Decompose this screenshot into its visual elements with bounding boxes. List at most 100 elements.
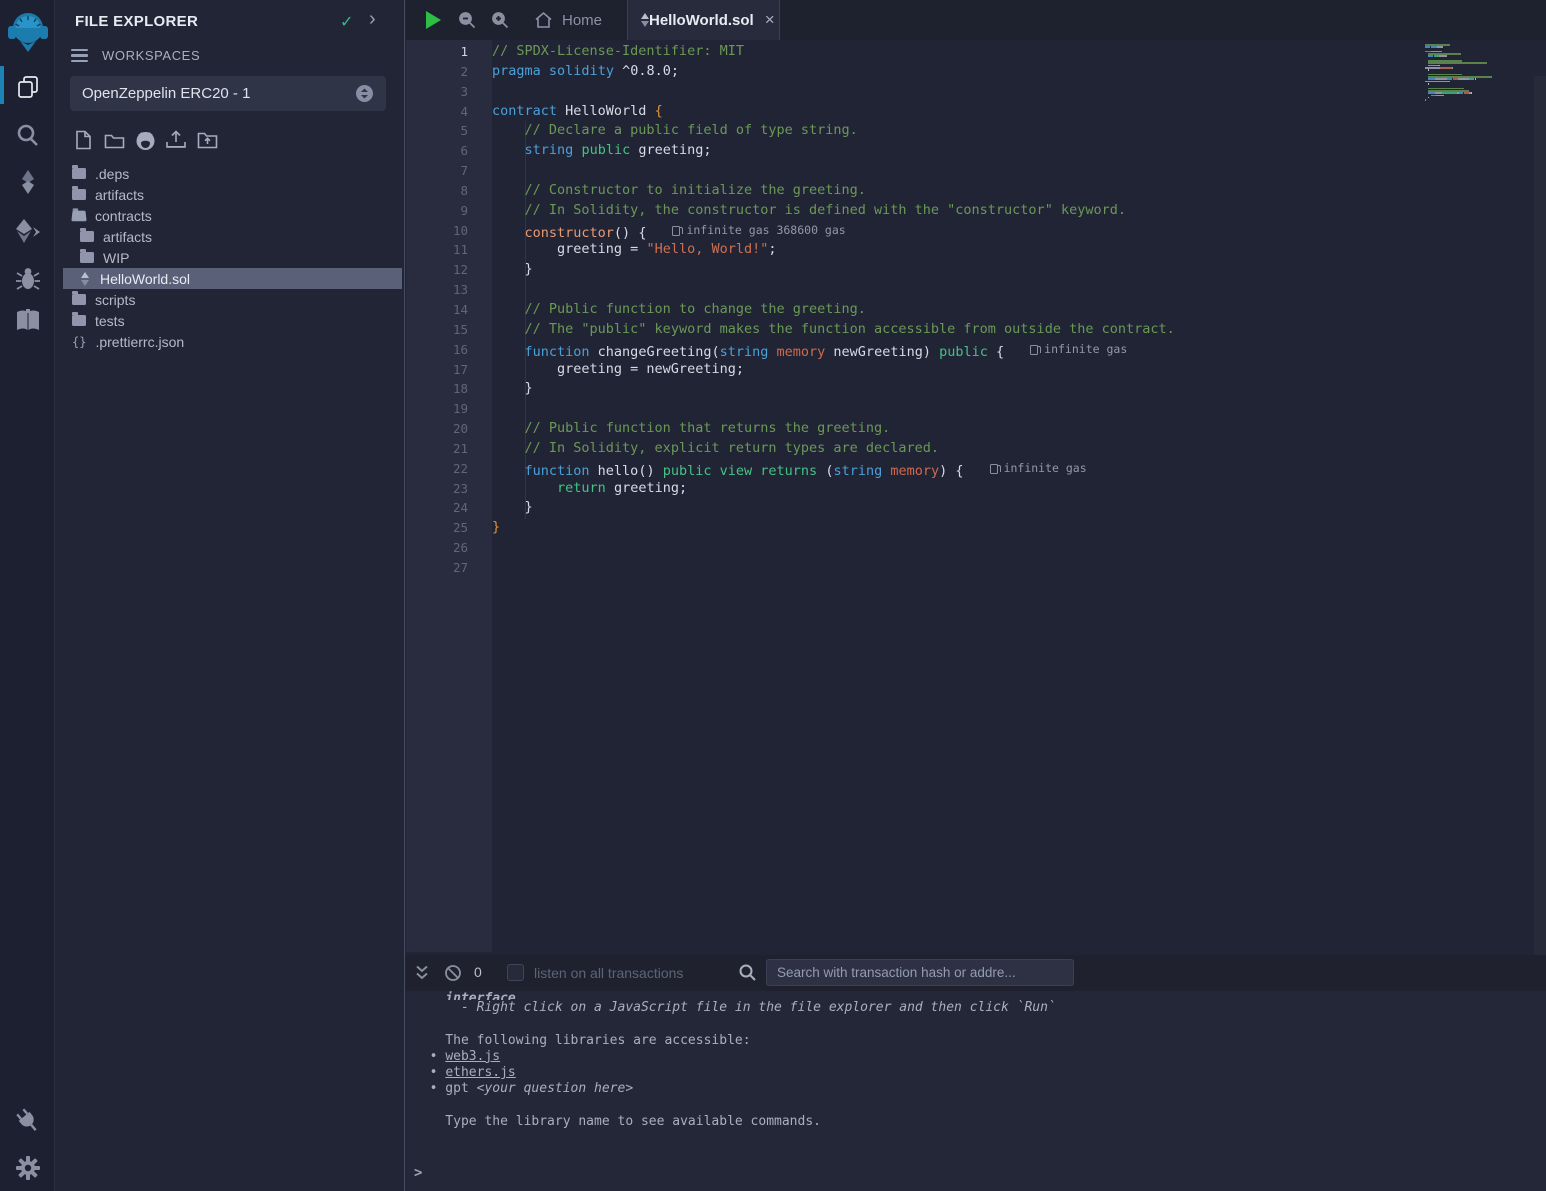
line-number: 18 xyxy=(406,379,492,399)
workspace-name: OpenZeppelin ERC20 - 1 xyxy=(82,85,355,102)
tab-helloworld-sol[interactable]: HelloWorld.sol × xyxy=(627,0,780,40)
zoom-out-icon[interactable] xyxy=(458,11,476,29)
line-number: 15 xyxy=(406,320,492,340)
terminal-panel: 0 listen on all transactions interface -… xyxy=(406,955,1546,1191)
listen-transactions-label: listen on all transactions xyxy=(534,965,683,981)
code-line: } xyxy=(492,498,1546,518)
terminal-line: The following libraries are accessible: xyxy=(414,1033,1538,1049)
terminal-line: - Right click on a JavaScript file in th… xyxy=(414,1000,1538,1016)
tree-item-scripts[interactable]: scripts xyxy=(55,289,404,310)
run-script-button[interactable] xyxy=(424,10,442,30)
folder-icon xyxy=(72,189,86,200)
zoom-in-icon[interactable] xyxy=(491,11,509,29)
folder-icon xyxy=(72,294,86,305)
terminal-search-input[interactable] xyxy=(766,959,1074,986)
terminal-line: • ethers.js xyxy=(414,1065,1538,1081)
tree-item-label: tests xyxy=(95,313,125,329)
terminal-line: interface xyxy=(414,991,1538,1000)
settings-gear-icon[interactable] xyxy=(0,1155,55,1181)
code-line: // In Solidity, the constructor is defin… xyxy=(492,201,1546,221)
tree-item-tests[interactable]: tests xyxy=(55,310,404,331)
deploy-run-icon[interactable] xyxy=(0,217,55,245)
gas-estimate-widget[interactable]: infinite gas xyxy=(1030,340,1127,360)
line-number: 27 xyxy=(406,558,492,578)
tree-item-label: .deps xyxy=(95,166,129,182)
upload-folder-icon[interactable] xyxy=(196,129,218,151)
unit-testing-book-icon[interactable] xyxy=(0,308,55,334)
terminal-link[interactable]: interface xyxy=(445,991,515,1000)
line-number: 7 xyxy=(406,161,492,181)
solidity-compiler-icon[interactable] xyxy=(0,168,55,196)
tree-item-artifacts[interactable]: artifacts xyxy=(55,184,404,205)
code-line: // The "public" keyword makes the functi… xyxy=(492,320,1546,340)
code-line: // Public function that returns the gree… xyxy=(492,419,1546,439)
file-explorer-icon[interactable] xyxy=(0,74,55,100)
line-number: 13 xyxy=(406,280,492,300)
plugin-manager-icon[interactable] xyxy=(0,1106,55,1136)
tree-item-label: HelloWorld.sol xyxy=(100,271,190,287)
tab-home-label: Home xyxy=(562,12,602,29)
json-file-icon: {} xyxy=(72,335,86,349)
code-line: // Declare a public field of type string… xyxy=(492,121,1546,141)
tree-item--deps[interactable]: .deps xyxy=(55,163,404,184)
terminal-line: • gpt <your question here> xyxy=(414,1081,1538,1097)
terminal-line: Type the library name to see available c… xyxy=(414,1114,1538,1130)
code-line: // Constructor to initialize the greetin… xyxy=(492,181,1546,201)
search-icon[interactable] xyxy=(0,122,55,149)
terminal-line: • web3.js xyxy=(414,1049,1538,1065)
tree-item--prettierrc-json[interactable]: {} .prettierrc.json xyxy=(55,331,404,352)
solidity-file-icon xyxy=(80,272,91,286)
github-clone-icon[interactable] xyxy=(134,129,156,151)
terminal-prompt[interactable]: > xyxy=(414,1165,422,1181)
line-number: 22 xyxy=(406,459,492,479)
code-line: // Public function to change the greetin… xyxy=(492,300,1546,320)
tab-label: HelloWorld.sol xyxy=(649,12,754,29)
gas-estimate-widget[interactable]: infinite gas xyxy=(990,459,1087,479)
code-line: // SPDX-License-Identifier: MIT xyxy=(492,42,1546,62)
terminal-link[interactable]: web3.js xyxy=(445,1049,500,1064)
line-number: 9 xyxy=(406,201,492,221)
line-number: 23 xyxy=(406,479,492,499)
tree-item-label: .prettierrc.json xyxy=(95,334,184,350)
line-number: 16 xyxy=(406,340,492,360)
folder-icon xyxy=(72,315,86,326)
line-number: 11 xyxy=(406,240,492,260)
workspaces-menu-icon[interactable] xyxy=(71,49,88,62)
panel-check-icon: ✓ xyxy=(340,12,353,32)
file-explorer-panel: FILE EXPLORER ✓ › WORKSPACES OpenZeppeli… xyxy=(55,0,405,1191)
tab-close-icon[interactable]: × xyxy=(765,10,775,30)
line-number: 26 xyxy=(406,538,492,558)
gas-estimate-widget[interactable]: infinite gas 368600 gas xyxy=(672,221,845,241)
debugger-icon[interactable] xyxy=(0,265,55,293)
tree-item-helloworld-sol[interactable]: HelloWorld.sol xyxy=(63,268,402,289)
code-editor[interactable]: 1234567891011121314151617181920212223242… xyxy=(406,40,1546,955)
panel-expand-chevron-icon[interactable]: › xyxy=(369,8,376,31)
minimap[interactable] xyxy=(1425,44,1531,106)
workspace-select[interactable]: OpenZeppelin ERC20 - 1 xyxy=(70,76,386,111)
code-line: constructor() {infinite gas 368600 gas xyxy=(492,221,1546,241)
tree-item-label: contracts xyxy=(95,208,152,224)
terminal-link[interactable]: ethers.js xyxy=(445,1065,515,1080)
panel-title: FILE EXPLORER xyxy=(75,13,198,30)
tree-item-contracts[interactable]: contracts xyxy=(55,205,404,226)
terminal-collapse-icon[interactable] xyxy=(414,964,430,981)
new-folder-icon[interactable] xyxy=(103,129,125,151)
new-file-icon[interactable] xyxy=(72,129,94,151)
terminal-output: interface - Right click on a JavaScript … xyxy=(414,991,1538,1161)
code-content[interactable]: // SPDX-License-Identifier: MITpragma so… xyxy=(492,40,1546,952)
gas-pump-icon xyxy=(1030,345,1038,355)
line-number-gutter: 1234567891011121314151617181920212223242… xyxy=(406,40,492,952)
tree-item-label: artifacts xyxy=(103,229,152,245)
workspace-stepper-icon[interactable] xyxy=(355,84,374,103)
tree-item-wip[interactable]: WIP xyxy=(55,247,404,268)
file-explorer-toolbar xyxy=(72,129,218,151)
code-line xyxy=(492,280,1546,300)
clear-console-icon[interactable] xyxy=(444,964,462,982)
remix-logo-icon[interactable] xyxy=(0,8,55,54)
tab-home[interactable]: Home xyxy=(518,0,618,40)
scrollbar-gutter[interactable] xyxy=(1534,76,1546,955)
upload-file-icon[interactable] xyxy=(165,129,187,151)
listen-transactions-checkbox[interactable] xyxy=(507,964,524,981)
tree-item-artifacts[interactable]: artifacts xyxy=(55,226,404,247)
line-number: 24 xyxy=(406,498,492,518)
